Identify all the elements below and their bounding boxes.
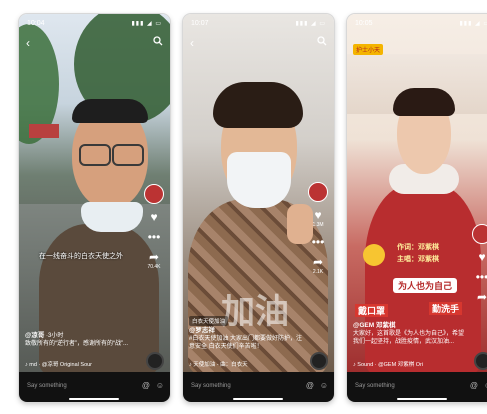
- home-indicator: [397, 398, 447, 400]
- caption-block: @GEM 邓紫棋 大家好，这首歌是《为人也为自己》，希望我们一起坚持，战胜疫情，…: [353, 322, 468, 346]
- mention-icon[interactable]: @: [306, 381, 314, 390]
- caption-text: #白衣天使加油 大家出门都要做好防护，注意安全 白衣天使们辛苦啦！: [189, 336, 303, 350]
- signal-icons: ▮▮▮ ◢ ▭: [295, 21, 326, 27]
- comment-icon[interactable]: •••: [308, 236, 328, 249]
- song-title-banner: 为人也为自己: [393, 278, 458, 293]
- music-credit[interactable]: ♪ 天使加油 - 曲：白衣天: [189, 360, 304, 368]
- woman-hair: [393, 88, 455, 116]
- signal-icons: ▮▮▮ ◢ ▭: [131, 21, 162, 27]
- share-icon[interactable]: ➦: [308, 256, 328, 269]
- status-time: 10:05: [355, 20, 373, 27]
- back-arrow-icon[interactable]: ‹: [190, 36, 194, 50]
- emoji-sticker-icon: [363, 244, 385, 266]
- emoji-icon[interactable]: ☺: [156, 381, 164, 390]
- lyric-credit: 作词：邓紫棋: [397, 244, 439, 251]
- status-bar: 10:04 ▮▮▮ ◢ ▭: [27, 20, 162, 30]
- caption-text: 大家好，这首歌是《为人也为自己》，希望我们一起坚持，战胜疫情，武汉加油...: [353, 331, 465, 345]
- music-disc-icon[interactable]: [310, 352, 328, 370]
- share-icon[interactable]: ➦: [144, 251, 164, 264]
- heart-icon[interactable]: ♥: [144, 211, 164, 224]
- creator-avatar[interactable]: [308, 182, 328, 202]
- caption-block: @凉哥 ·3小时 致敬所有的“逆行者”，感谢所有的“战”...: [25, 332, 140, 348]
- share-count: 2.1K: [312, 269, 324, 275]
- video-screen-2[interactable]: 加油 10:07 ▮▮▮ ◢ ▭ ‹ ♥ 1.3M ••• ➦ 2.1K 白衣天…: [183, 14, 334, 402]
- username[interactable]: @罗志祥: [189, 327, 215, 334]
- heart-icon[interactable]: ♥: [472, 251, 487, 264]
- man-hair: [213, 82, 303, 128]
- video-screen-3[interactable]: 10:05 ▮▮▮ ◢ ▭ 护士小天 作词：邓紫棋 主唱：邓紫棋 为人也为自己 …: [347, 14, 487, 402]
- status-bar: 10:05 ▮▮▮ ◢ ▭: [355, 20, 487, 30]
- red-building: [29, 124, 59, 138]
- video-subtitle: 在一线奋斗的白衣天使之外: [39, 253, 123, 260]
- comment-input[interactable]: Say something: [355, 383, 395, 389]
- top-bar: ‹: [190, 36, 327, 50]
- caption-block: @罗志祥 #白衣天使加油 大家出门都要做好防护，注意安全 白衣天使们辛苦啦！: [189, 327, 304, 351]
- status-time: 10:04: [27, 20, 45, 27]
- share-icon[interactable]: ➦: [472, 291, 487, 304]
- video-frame[interactable]: [347, 14, 487, 372]
- status-time: 10:07: [191, 20, 209, 27]
- comment-input[interactable]: Say something: [191, 383, 231, 389]
- search-icon[interactable]: [317, 36, 327, 46]
- caption-text: 致敬所有的“逆行者”，感谢所有的“战”...: [25, 341, 128, 347]
- glasses-left: [79, 144, 111, 166]
- music-credit[interactable]: ♪ md · @凉哥 Original Sour: [25, 360, 140, 368]
- music-credit[interactable]: ♪ Sound · @GEM 邓紫棋 Ori: [353, 360, 468, 368]
- top-bar: ‹: [26, 36, 163, 50]
- wear-mask-sticker: 戴口罩: [355, 304, 389, 317]
- man-hair: [72, 99, 148, 123]
- comment-icon[interactable]: •••: [472, 271, 487, 284]
- creator-avatar[interactable]: [472, 224, 487, 244]
- singer-credit: 主唱：邓紫棋: [397, 256, 439, 263]
- topic-badge[interactable]: 白衣天使加油: [189, 316, 229, 326]
- share-count: 70.4K: [147, 264, 161, 270]
- signal-icons: ▮▮▮ ◢ ▭: [459, 21, 487, 27]
- man-jacket: [39, 224, 159, 372]
- comment-input[interactable]: Say something: [27, 383, 67, 389]
- status-bar: 10:07 ▮▮▮ ◢ ▭: [191, 20, 326, 30]
- face-mask: [227, 152, 291, 208]
- heart-icon[interactable]: ♥: [308, 209, 328, 222]
- face-mask: [81, 202, 143, 232]
- emoji-icon[interactable]: ☺: [320, 381, 328, 390]
- glasses-right: [112, 144, 144, 166]
- mention-icon[interactable]: @: [142, 381, 150, 390]
- side-actions: ♥ ••• ➦ 70.4K: [143, 184, 165, 271]
- home-indicator: [69, 398, 119, 400]
- username[interactable]: @GEM 邓紫棋: [353, 322, 395, 329]
- mention-icon[interactable]: @: [470, 381, 478, 390]
- overlay-calligraphy: 加油: [221, 293, 289, 331]
- topic-tag[interactable]: 护士小天: [353, 44, 384, 55]
- back-arrow-icon[interactable]: ‹: [26, 36, 30, 50]
- like-count: 1.3M: [312, 222, 324, 228]
- music-disc-icon[interactable]: [146, 352, 164, 370]
- search-icon[interactable]: [153, 36, 163, 46]
- username[interactable]: @凉哥: [25, 332, 44, 339]
- comment-icon[interactable]: •••: [144, 231, 164, 244]
- home-indicator: [233, 398, 283, 400]
- music-disc-icon[interactable]: [474, 352, 487, 370]
- post-time: ·3小时: [46, 333, 64, 339]
- side-actions: ♥ 1.3M ••• ➦ 2.1K: [307, 182, 329, 276]
- wash-hands-sticker: 勤洗手: [429, 302, 463, 315]
- creator-avatar[interactable]: [144, 184, 164, 204]
- video-screen-1[interactable]: 10:04 ▮▮▮ ◢ ▭ ‹ 在一线奋斗的白衣天使之外 ♥ ••• ➦ 70.…: [19, 14, 170, 402]
- side-actions: ♥ ••• ➦: [471, 224, 487, 304]
